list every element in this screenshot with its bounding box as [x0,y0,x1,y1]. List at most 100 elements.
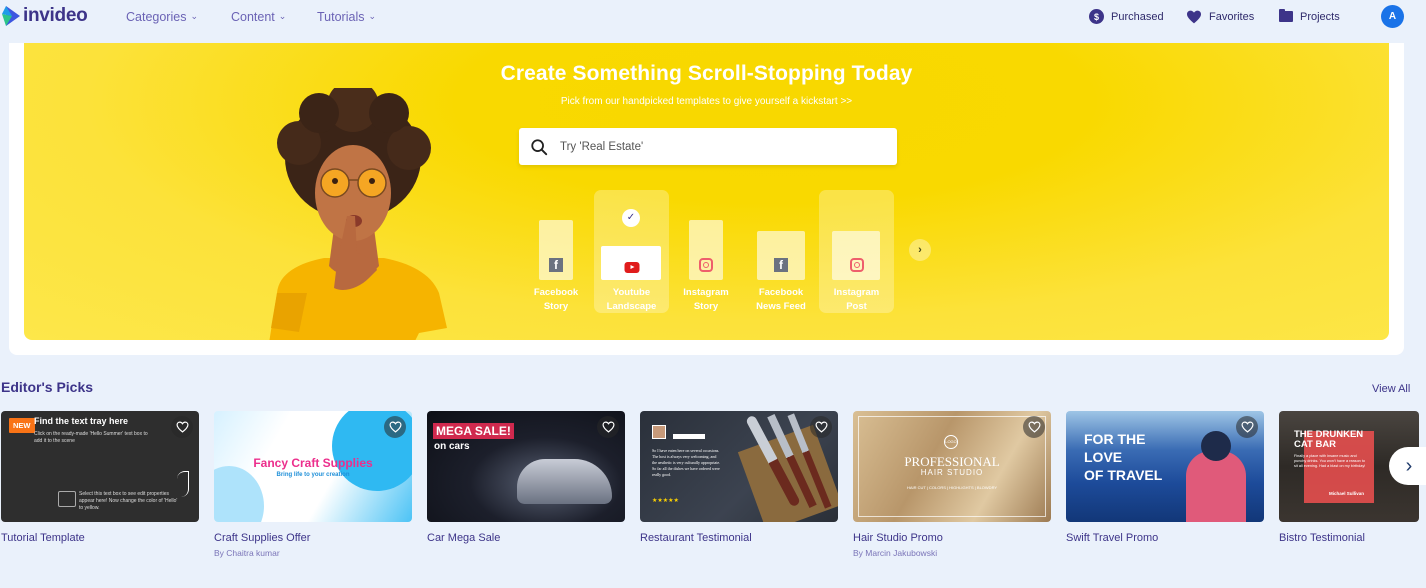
thumb-text: LOVE [1084,449,1123,465]
thumb-text: on cars [434,441,470,452]
logo[interactable]: invideo [2,5,88,27]
thumb-text: HAIR CUT | COLORS | HIGHLIGHTS | BLOWDRY [906,485,998,490]
new-badge: NEW [9,418,35,433]
format-label: Facebook News Feed [749,286,813,314]
heart-outline-icon [1027,421,1041,433]
chevron-down-icon: ⌄ [368,10,377,21]
reviewer-photo [652,425,666,439]
brand-name: invideo [23,5,88,26]
hero-title: Create Something Scroll-Stopping Today [500,62,913,85]
format-facebook-story[interactable]: f Facebook Story [529,220,583,315]
rating-stars: ★★★★★ [652,498,679,504]
template-card[interactable]: LOGO PROFESSIONAL HAIR STUDIO HAIR CUT |… [853,411,1051,558]
favorite-button[interactable] [384,416,406,438]
format-label-line: Youtube [612,287,651,298]
menu-categories[interactable]: Categories ⌄ [126,10,231,24]
template-name[interactable]: Tutorial Template [1,532,199,544]
menu-label: Categories [126,10,187,24]
favorites-label: Favorites [1209,10,1255,23]
thumb-text: OF TRAVEL [1084,467,1163,483]
search-icon [531,138,548,155]
template-name[interactable]: Hair Studio Promo [853,532,1051,544]
thumb-graphic [517,459,612,504]
template-name[interactable]: Bistro Testimonial [1279,532,1419,544]
carousel-next-button[interactable]: › [1389,447,1426,485]
format-label-line: News Feed [756,301,806,312]
format-label-line: Facebook [758,287,804,298]
heart-outline-icon [388,421,402,433]
main-menu: Categories ⌄ Content ⌄ Tutorials ⌄ [126,10,376,24]
favorites-link[interactable]: Favorites [1186,10,1279,24]
heart-outline-icon [814,421,828,433]
template-thumbnail[interactable]: NEW Find the text tray here Click on the… [1,411,199,522]
projects-link[interactable]: Projects [1279,9,1379,23]
template-name[interactable]: Restaurant Testimonial [640,532,838,544]
format-label-line: Instagram [833,287,880,298]
template-search[interactable] [519,128,897,165]
thumb-graphic [58,491,76,507]
thumb-text: HAIR STUDIO [920,468,984,477]
favorite-button[interactable] [597,416,619,438]
thumb-text: Find the text tray here [34,416,129,426]
format-instagram-post[interactable]: Instagram Post [819,190,894,313]
purchased-label: Purchased [1111,10,1164,23]
format-facebook-news-feed[interactable]: f Facebook News Feed [749,220,813,315]
thumb-text: LOGO [944,435,958,449]
favorite-button[interactable] [171,416,193,438]
menu-content[interactable]: Content ⌄ [231,10,317,24]
thumb-text: Finally a place with insane music and pu… [1294,454,1366,468]
menu-label: Tutorials [317,10,365,24]
hero-woman-image [269,88,447,340]
thumb-text: So I have eaten here on several occasion… [652,448,721,477]
format-label-line: Facebook [533,287,579,298]
template-thumbnail[interactable]: MEGA SALE! on cars [427,411,625,522]
template-thumbnail[interactable]: FOR THE LOVE OF TRAVEL [1066,411,1264,522]
formats-next-button[interactable]: › [909,239,931,261]
template-author[interactable]: By Chaitra kumar [214,548,412,558]
hero-subtitle[interactable]: Pick from our handpicked templates to gi… [24,96,1389,107]
facebook-icon: f [774,258,788,272]
youtube-icon [624,262,639,273]
format-instagram-story[interactable]: Instagram Story [679,220,733,315]
search-input[interactable] [560,140,860,153]
favorite-button[interactable] [810,416,832,438]
format-youtube-landscape[interactable]: ✓ Youtube Landscape [594,190,669,313]
dollar-icon: $ [1089,9,1104,24]
template-card[interactable]: Fancy Craft Supplies Bring life to your … [214,411,412,558]
top-nav: invideo Categories ⌄ Content ⌄ Tutorials… [0,0,1426,38]
folder-icon [1279,9,1293,22]
thumb-text: Click on the ready-made 'Hello Summer' t… [34,431,148,444]
hero-banner: Create Something Scroll-Stopping Today P… [24,43,1389,340]
section-title: Editor's Picks [1,379,94,395]
heart-outline-icon [601,421,615,433]
format-label: Instagram Story [679,286,733,314]
template-thumbnail[interactable]: Fancy Craft Supplies Bring life to your … [214,411,412,522]
thumb-graphic [177,471,189,497]
favorite-button[interactable] [1023,416,1045,438]
heart-outline-icon [175,421,189,433]
template-name[interactable]: Craft Supplies Offer [214,532,412,544]
format-label-line: Story [693,301,719,312]
template-card[interactable]: So I have eaten here on several occasion… [640,411,838,544]
favorite-button[interactable] [1236,416,1258,438]
template-name[interactable]: Car Mega Sale [427,532,625,544]
template-thumbnail[interactable]: So I have eaten here on several occasion… [640,411,838,522]
menu-tutorials[interactable]: Tutorials ⌄ [317,10,376,24]
projects-label: Projects [1300,10,1340,23]
format-preview [832,231,880,280]
template-card[interactable]: NEW Find the text tray here Click on the… [1,411,199,544]
view-all-link[interactable]: View All [1372,383,1410,395]
instagram-icon [849,258,864,272]
template-card[interactable]: FOR THE LOVE OF TRAVEL Swift Travel Prom… [1066,411,1264,544]
template-thumbnail[interactable]: LOGO PROFESSIONAL HAIR STUDIO HAIR CUT |… [853,411,1051,522]
thumb-graphic [1201,431,1231,461]
format-label: Youtube Landscape [594,286,669,314]
purchased-link[interactable]: $ Purchased [1089,9,1186,24]
avatar[interactable]: A [1381,5,1404,28]
thumb-text: MEGA SALE! [433,423,514,439]
template-author[interactable]: By Marcin Jakubowski [853,548,1051,558]
template-name[interactable]: Swift Travel Promo [1066,532,1264,544]
thumb-graphic [737,424,838,522]
template-card[interactable]: MEGA SALE! on cars Car Mega Sale [427,411,625,544]
format-label-line: Story [543,301,569,312]
